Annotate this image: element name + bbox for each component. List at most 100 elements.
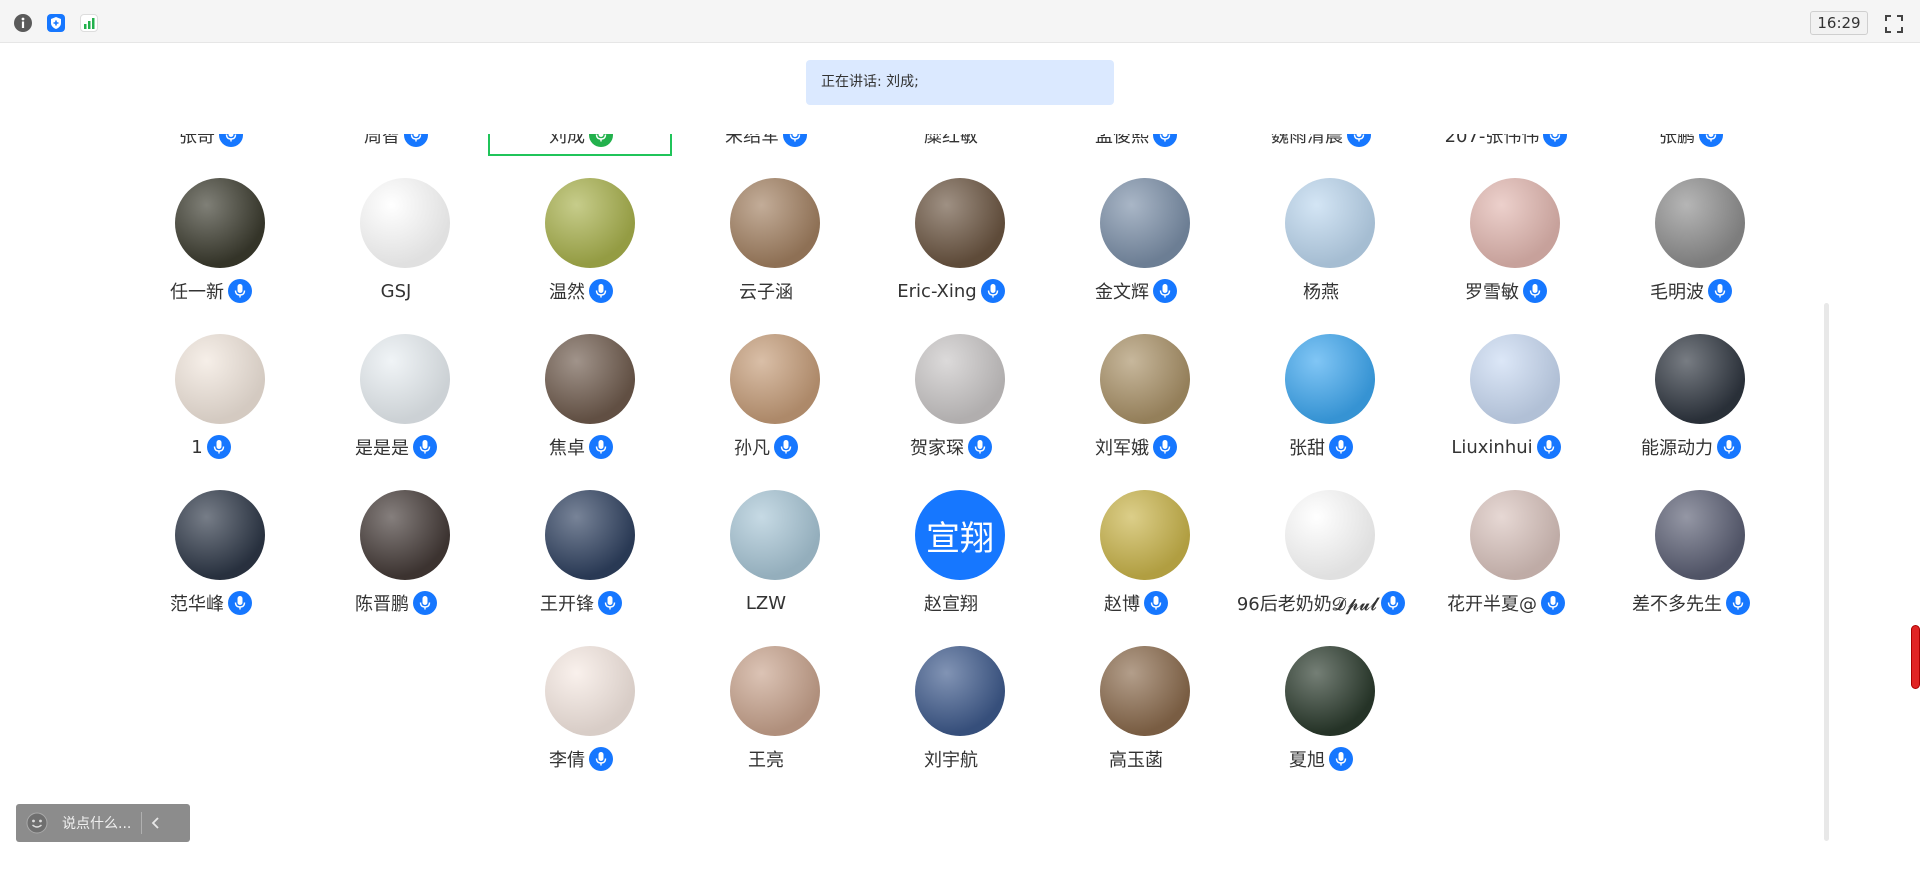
chevron-left-icon[interactable] [150,816,162,830]
participant-name: 张甜 [1289,438,1325,459]
participant-tile[interactable]: 是是是 [306,334,486,490]
participant-tile[interactable]: 糜红敏 [861,134,1041,178]
participant-tile[interactable]: 孙凡 [676,334,856,490]
microphone-icon[interactable] [1726,591,1750,615]
microphone-icon[interactable] [1153,435,1177,459]
participant-name-row: 能源动力 [1601,435,1781,459]
participant-tile[interactable]: 刘军娥 [1046,334,1226,490]
participant-name-row: 赵宣翔 [861,591,1041,615]
microphone-icon[interactable] [1144,591,1168,615]
participant-name-row: 张甜 [1231,435,1411,459]
participant-name: 夏旭 [1289,750,1325,771]
participant-name-row: 焦卓 [491,435,671,459]
microphone-icon[interactable] [598,591,622,615]
microphone-icon[interactable] [589,279,613,303]
microphone-icon[interactable] [1347,134,1371,147]
participant-name: 杨燕 [1303,282,1339,303]
participant-tile[interactable]: 高玉菡 [1046,646,1226,802]
participant-tile[interactable]: 刘成 [488,134,672,178]
participant-tile[interactable]: 差不多先生 [1601,490,1781,646]
avatar [1285,490,1375,580]
microphone-icon[interactable] [1717,435,1741,459]
participant-tile[interactable]: 王开锋 [491,490,671,646]
microphone-icon[interactable] [1381,591,1406,615]
participant-tile[interactable]: Liuxinhui [1416,334,1596,490]
chat-placeholder[interactable]: 说点什么... [62,813,131,833]
participant-tile[interactable]: LZW [676,490,856,646]
participant-tile[interactable]: 刘宇航 [861,646,1041,802]
scroll-indicator[interactable] [1911,625,1920,689]
microphone-icon[interactable] [404,134,428,147]
participant-name-row: 糜红敏 [861,134,1041,147]
participant-tile[interactable]: 温然 [491,178,671,334]
participant-tile[interactable]: 金文辉 [1046,178,1226,334]
participant-tile[interactable]: GSJ [306,178,486,334]
participant-tile[interactable]: 杨燕 [1231,178,1411,334]
participant-tile[interactable]: 张甜 [1231,334,1411,490]
microphone-icon[interactable] [1699,134,1723,147]
microphone-icon[interactable] [413,591,437,615]
participant-tile[interactable]: 张鹏 [1601,134,1781,178]
participant-tile[interactable]: 李倩 [491,646,671,802]
avatar [1655,490,1745,580]
participant-name: 周智 [364,134,400,147]
participant-tile[interactable]: 能源动力 [1601,334,1781,490]
microphone-icon[interactable] [1153,134,1177,147]
participant-tile[interactable]: 孟俊熙 [1046,134,1226,178]
microphone-icon[interactable] [774,435,798,459]
participant-tile[interactable]: 焦卓 [491,334,671,490]
microphone-icon[interactable] [783,134,807,147]
info-icon[interactable] [14,14,32,32]
participant-tile[interactable]: 任一新 [121,178,301,334]
microphone-icon[interactable] [1536,435,1561,459]
microphone-icon[interactable] [206,435,231,459]
microphone-icon[interactable] [228,591,252,615]
participant-tile[interactable]: 云子涵 [676,178,856,334]
chat-input-bar[interactable]: 说点什么... [16,804,190,842]
microphone-icon[interactable] [1329,747,1353,771]
fullscreen-icon[interactable] [1884,14,1904,34]
participant-name-row: 1 [121,435,301,459]
signal-bars-icon[interactable] [80,14,98,32]
participant-tile[interactable]: 宣翔 赵宣翔 [861,490,1041,646]
participant-tile[interactable]: 罗雪敏 [1416,178,1596,334]
participant-name: 宋绍军 [725,134,779,147]
participant-tile[interactable]: 花开半夏@ [1416,490,1596,646]
microphone-icon[interactable] [968,435,992,459]
avatar [360,334,450,424]
participant-name-row: 任一新 [121,279,301,303]
participant-tile[interactable]: 夏旭 [1231,646,1411,802]
microphone-icon[interactable] [228,279,252,303]
participant-tile[interactable]: 207-张伟伟 [1416,134,1596,178]
scrollbar[interactable] [1824,303,1829,841]
emoji-icon[interactable] [26,812,48,834]
participant-tile[interactable]: 张奇 [121,134,301,178]
participant-tile[interactable]: 陈晋鹏 [306,490,486,646]
participant-tile[interactable]: 魏雨清晨 [1231,134,1411,178]
microphone-icon[interactable] [1543,134,1568,147]
microphone-icon[interactable] [589,747,613,771]
participant-tile[interactable]: 毛明波 [1601,178,1781,334]
participant-name-row: 温然 [491,279,671,303]
participant-tile[interactable]: 宋绍军 [676,134,856,178]
participant-tile[interactable]: 范华峰 [121,490,301,646]
microphone-icon[interactable] [413,435,437,459]
participant-tile[interactable]: 1 [121,334,301,490]
participant-tile[interactable]: Eric-Xing [861,178,1041,334]
microphone-icon[interactable] [1329,435,1353,459]
microphone-icon[interactable] [1523,279,1547,303]
participant-tile[interactable]: 赵博 [1046,490,1226,646]
participant-tile[interactable]: 王亮 [676,646,856,802]
microphone-icon[interactable] [980,279,1005,303]
divider [141,812,143,834]
microphone-icon[interactable] [1153,279,1177,303]
microphone-icon[interactable] [589,435,613,459]
participant-tile[interactable]: 贺家琛 [861,334,1041,490]
microphone-icon[interactable] [219,134,243,147]
participant-name: 刘宇航 [924,750,978,771]
microphone-icon[interactable] [1708,279,1732,303]
shield-icon[interactable] [47,14,65,32]
participant-tile[interactable]: 周智 [306,134,486,178]
microphone-icon[interactable] [1541,591,1565,615]
participant-tile[interactable]: 96后老奶奶𝓓𝓹𝓾𝓵 [1231,490,1411,646]
